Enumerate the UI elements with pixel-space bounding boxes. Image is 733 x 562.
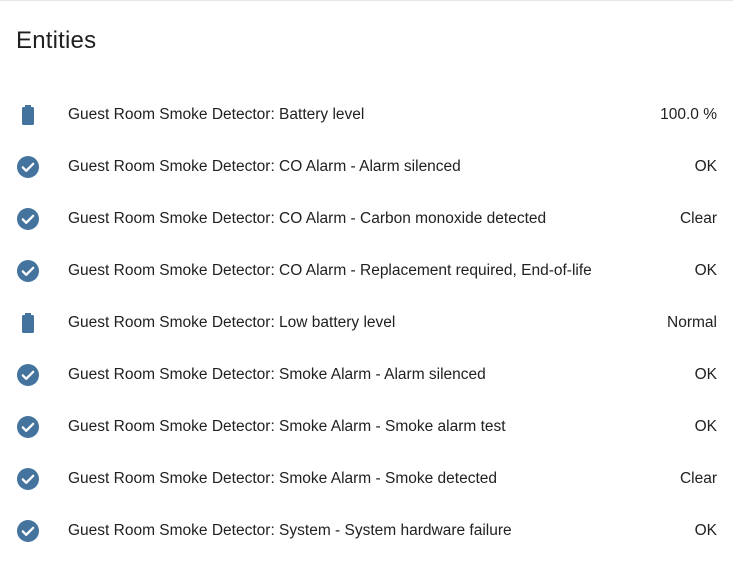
entity-name: Guest Room Smoke Detector: Smoke Alarm -… [68, 470, 498, 487]
entity-row-smoke-test[interactable]: Guest Room Smoke Detector: Smoke Alarm -… [0, 401, 733, 453]
entity-name: Guest Room Smoke Detector: Battery level [68, 106, 365, 123]
check-circle-icon [16, 207, 40, 231]
entities-card: Entities Guest Room Smoke Detector: Batt… [0, 0, 733, 562]
entity-name: Guest Room Smoke Detector: Smoke Alarm -… [68, 418, 506, 435]
entity-name: Guest Room Smoke Detector: CO Alarm - Ca… [68, 210, 547, 227]
entity-name: Guest Room Smoke Detector: System - Syst… [68, 522, 512, 539]
check-circle-icon [16, 415, 40, 439]
check-circle-icon [16, 259, 40, 283]
entity-list: Guest Room Smoke Detector: Battery level… [0, 89, 733, 557]
entity-row-smoke-detected[interactable]: Guest Room Smoke Detector: Smoke Alarm -… [0, 453, 733, 505]
entity-row-co-detected[interactable]: Guest Room Smoke Detector: CO Alarm - Ca… [0, 193, 733, 245]
battery-icon [16, 311, 40, 335]
entity-state: OK [694, 522, 717, 539]
entity-state: OK [694, 366, 717, 383]
entity-name: Guest Room Smoke Detector: Smoke Alarm -… [68, 366, 486, 383]
battery-icon [16, 103, 40, 127]
check-circle-icon [16, 519, 40, 543]
entity-state: Normal [667, 314, 717, 331]
entity-row-smoke-silenced[interactable]: Guest Room Smoke Detector: Smoke Alarm -… [0, 349, 733, 401]
entity-state: Clear [679, 210, 717, 227]
entity-state: 100.0 % [660, 106, 717, 123]
check-circle-icon [16, 467, 40, 491]
check-circle-icon [16, 363, 40, 387]
entity-row-battery-level[interactable]: Guest Room Smoke Detector: Battery level… [0, 89, 733, 141]
entity-name: Guest Room Smoke Detector: CO Alarm - Re… [68, 262, 592, 279]
entity-state: Clear [679, 470, 717, 487]
entity-name: Guest Room Smoke Detector: Low battery l… [68, 314, 396, 331]
entity-row-low-battery[interactable]: Guest Room Smoke Detector: Low battery l… [0, 297, 733, 349]
entity-row-co-alarm-silenced[interactable]: Guest Room Smoke Detector: CO Alarm - Al… [0, 141, 733, 193]
entity-state: OK [694, 262, 717, 279]
entity-row-hardware-failure[interactable]: Guest Room Smoke Detector: System - Syst… [0, 505, 733, 557]
entity-state: OK [694, 158, 717, 175]
entity-state: OK [694, 418, 717, 435]
check-circle-icon [16, 155, 40, 179]
entity-name: Guest Room Smoke Detector: CO Alarm - Al… [68, 158, 461, 175]
entity-row-co-end-of-life[interactable]: Guest Room Smoke Detector: CO Alarm - Re… [0, 245, 733, 297]
card-title: Entities [16, 27, 97, 54]
